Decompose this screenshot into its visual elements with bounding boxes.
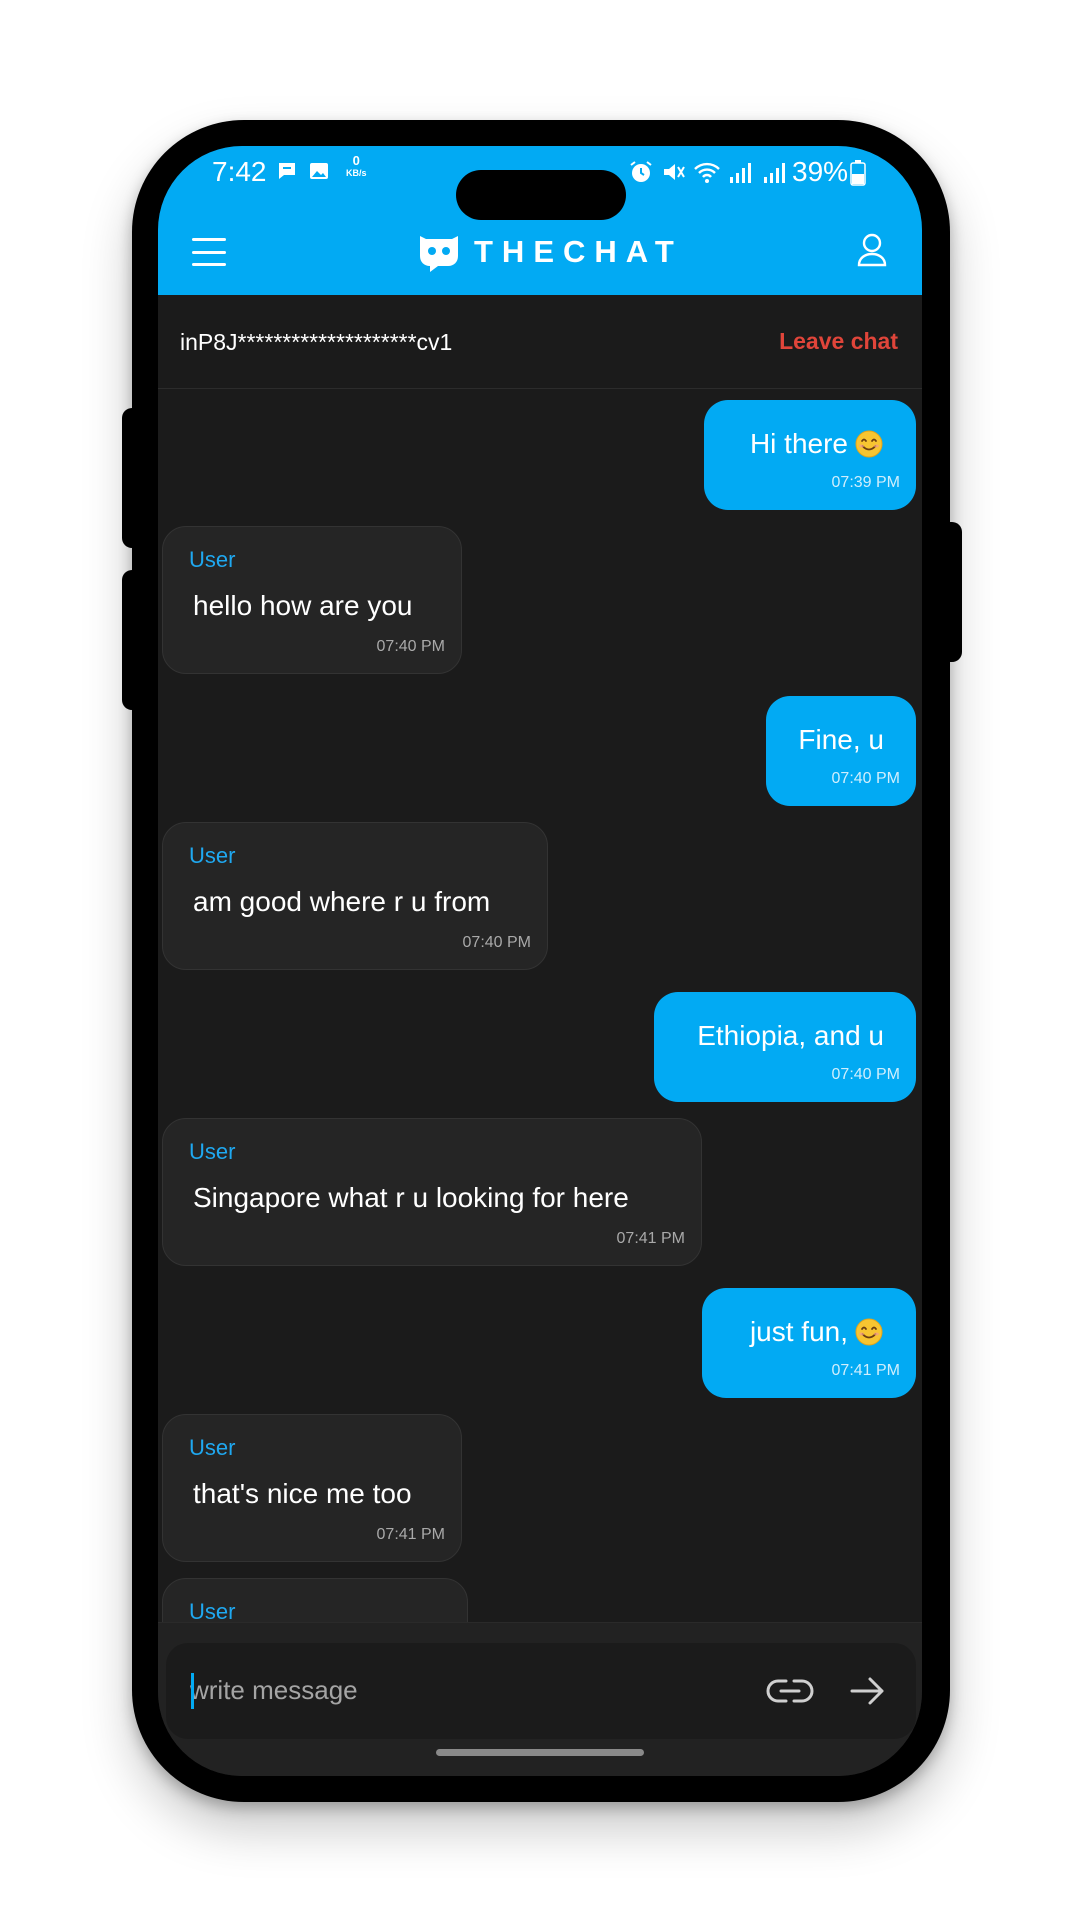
- smiling-face-emoji-icon: [855, 430, 883, 458]
- message-outgoing[interactable]: Ethiopia, and u 07:40 PM: [654, 992, 916, 1102]
- message-text-content: hello how are you: [193, 590, 413, 621]
- text-cursor: [191, 1673, 194, 1709]
- message-timestamp: 07:41 PM: [831, 1362, 900, 1379]
- message-sender: User: [189, 1599, 236, 1622]
- message-text: Hi there: [750, 428, 884, 460]
- message-input[interactable]: [190, 1669, 710, 1711]
- signal-2-icon: [764, 163, 785, 183]
- home-indicator: [436, 1749, 644, 1756]
- message-incoming[interactable]: User am good where r u from 07:40 PM: [162, 822, 548, 970]
- network-speed: 0 KB/s: [346, 154, 367, 180]
- message-timestamp: 07:40 PM: [831, 1066, 900, 1083]
- app-screen: 7:42 0 KB/s 39% THECHAT inP8J***********…: [158, 146, 922, 1776]
- status-time: 7:42: [212, 156, 267, 187]
- message-text: Fine, u: [798, 724, 884, 756]
- message-text-content: am good where r u from: [193, 886, 491, 917]
- session-id: inP8J********************cv1: [180, 329, 453, 355]
- message-text: Singapore what r u looking for here: [193, 1182, 629, 1214]
- app-header: 7:42 0 KB/s 39% THECHAT: [158, 146, 922, 295]
- message-composer: [166, 1643, 916, 1739]
- volume-up-button: [122, 408, 144, 548]
- message-timestamp: 07:41 PM: [376, 1526, 445, 1543]
- notification-icons: [276, 160, 330, 182]
- message-list[interactable]: Hi there 07:39 PM User hello how are you 07:…: [158, 390, 922, 1622]
- message-text: am good where r u from: [193, 886, 490, 918]
- message-sender: User: [189, 1435, 236, 1460]
- message-incoming[interactable]: User that's nice me too 07:41 PM: [162, 1414, 462, 1562]
- gallery-notification-icon: [310, 163, 328, 179]
- message-text-content: just fun,: [749, 1316, 848, 1347]
- power-button: [940, 522, 962, 662]
- message-timestamp: 07:40 PM: [831, 770, 900, 787]
- message-text-content: that's nice me too: [193, 1478, 412, 1509]
- composer-area: [158, 1622, 922, 1776]
- message-incoming[interactable]: User: [162, 1578, 468, 1622]
- message-text: Ethiopia, and u: [697, 1020, 884, 1052]
- message-text-content: Fine, u: [798, 724, 884, 755]
- brand-name: THECHAT: [474, 234, 683, 269]
- message-timestamp: 07:39 PM: [831, 474, 900, 491]
- leave-chat-button[interactable]: Leave chat: [779, 328, 898, 355]
- alarm-icon: [630, 161, 652, 182]
- message-text: that's nice me too: [193, 1478, 412, 1510]
- message-sender: User: [189, 1139, 236, 1164]
- system-icons: [628, 159, 790, 185]
- signal-1-icon: [730, 163, 751, 183]
- message-timestamp: 07:40 PM: [462, 934, 531, 951]
- network-speed-unit: KB/s: [346, 168, 367, 178]
- volume-down-button: [122, 570, 144, 710]
- camera-notch: [456, 170, 626, 220]
- mute-icon: [664, 164, 685, 180]
- smiling-face-emoji-icon: [855, 1318, 883, 1346]
- message-text-content: Hi there: [749, 428, 848, 459]
- message-sender: User: [189, 547, 236, 572]
- message-timestamp: 07:41 PM: [616, 1230, 685, 1247]
- chat-session-bar: inP8J********************cv1 Leave chat: [158, 295, 922, 389]
- message-outgoing[interactable]: Fine, u 07:40 PM: [766, 696, 916, 806]
- message-text-content: Ethiopia, and u: [697, 1020, 884, 1051]
- battery-icon: [850, 160, 866, 186]
- chat-notification-icon: [279, 163, 295, 179]
- message-sender: User: [189, 843, 236, 868]
- message-outgoing[interactable]: Hi there 07:39 PM: [704, 400, 916, 510]
- battery-level: 39%: [792, 156, 849, 187]
- brand-logo: THECHAT: [416, 232, 683, 272]
- network-speed-value: 0: [352, 153, 360, 168]
- message-text-content: Singapore what r u looking for here: [193, 1182, 629, 1213]
- message-incoming[interactable]: User Singapore what r u looking for here 0…: [162, 1118, 702, 1266]
- attach-link-icon[interactable]: [766, 1673, 814, 1709]
- message-timestamp: 07:40 PM: [376, 638, 445, 655]
- message-text: just fun,: [750, 1316, 884, 1348]
- message-text: hello how are you: [193, 590, 412, 622]
- wifi-icon: [694, 162, 720, 183]
- profile-icon[interactable]: [856, 232, 888, 268]
- send-arrow-icon[interactable]: [848, 1671, 888, 1711]
- message-incoming[interactable]: User hello how are you 07:40 PM: [162, 526, 462, 674]
- message-outgoing[interactable]: just fun, 07:41 PM: [702, 1288, 916, 1398]
- menu-icon[interactable]: [192, 238, 226, 266]
- chat-bot-logo-icon: [420, 236, 458, 272]
